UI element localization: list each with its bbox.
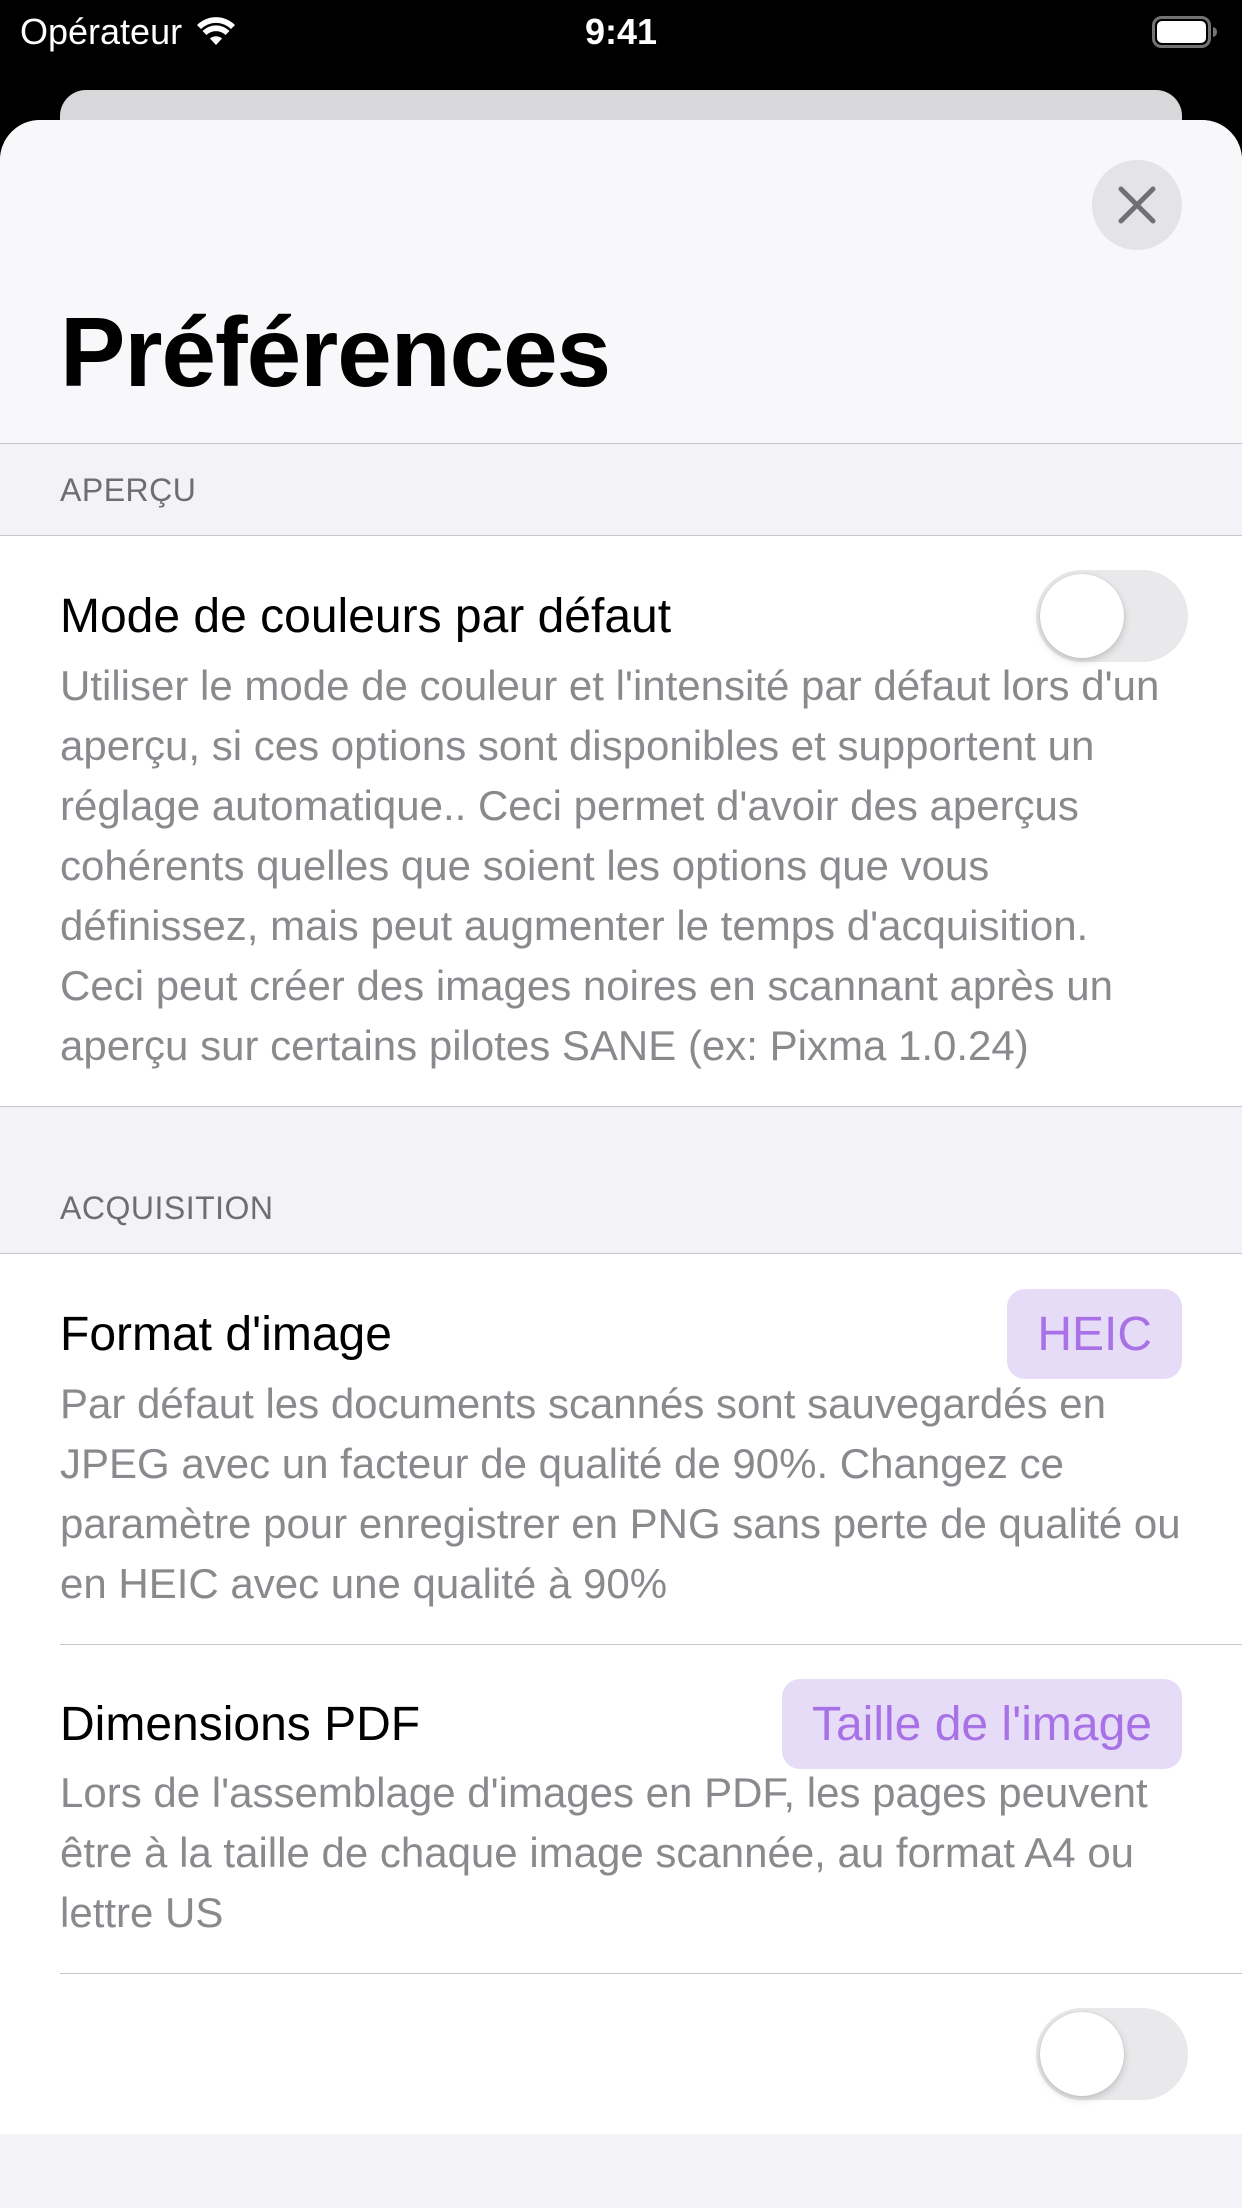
close-icon: [1118, 186, 1156, 224]
battery-icon: [1152, 16, 1217, 48]
section-header-label: APERÇU: [60, 472, 197, 508]
acquisition-group: Format d'image HEIC Par défaut les docum…: [0, 1254, 1242, 2134]
default-color-mode-toggle[interactable]: [1036, 570, 1188, 662]
toggle-knob: [1040, 2012, 1124, 2096]
setting-label: Mode de couleurs par défaut: [60, 589, 672, 643]
toggle-knob: [1040, 574, 1124, 658]
setting-default-color-mode: Mode de couleurs par défaut Utiliser le …: [0, 536, 1242, 1106]
partial-toggle[interactable]: [1036, 2008, 1188, 2100]
setting-pdf-dimensions: Dimensions PDF Taille de l'image Lors de…: [0, 1645, 1242, 1973]
preferences-sheet: Préférences APERÇU Mode de couleurs par …: [0, 120, 1242, 2208]
apercu-group: Mode de couleurs par défaut Utiliser le …: [0, 536, 1242, 1106]
close-button[interactable]: [1092, 160, 1182, 250]
section-header-acquisition: ACQUISITION: [0, 1106, 1242, 1254]
section-header-apercu: APERÇU: [0, 444, 1242, 536]
page-title: Préférences: [60, 297, 611, 407]
status-bar: Opérateur 9:41: [0, 0, 1242, 64]
setting-description: Utiliser le mode de couleur et l'intensi…: [60, 662, 1160, 1069]
setting-image-format: Format d'image HEIC Par défaut les docum…: [0, 1254, 1242, 1644]
section-header-label: ACQUISITION: [60, 1190, 274, 1226]
pdf-dimensions-button[interactable]: Taille de l'image: [781, 1679, 1182, 1769]
setting-next-partial: [0, 1974, 1242, 2134]
sheet-header: Préférences: [0, 120, 1242, 444]
setting-label: Dimensions PDF: [60, 1697, 421, 1751]
image-format-button[interactable]: HEIC: [1007, 1289, 1182, 1379]
setting-label: Format d'image: [60, 1307, 392, 1361]
status-time: 9:41: [584, 11, 658, 52]
setting-description: Par défaut les documents scannés sont sa…: [60, 1380, 1181, 1607]
setting-description: Lors de l'assemblage d'images en PDF, le…: [60, 1769, 1148, 1936]
